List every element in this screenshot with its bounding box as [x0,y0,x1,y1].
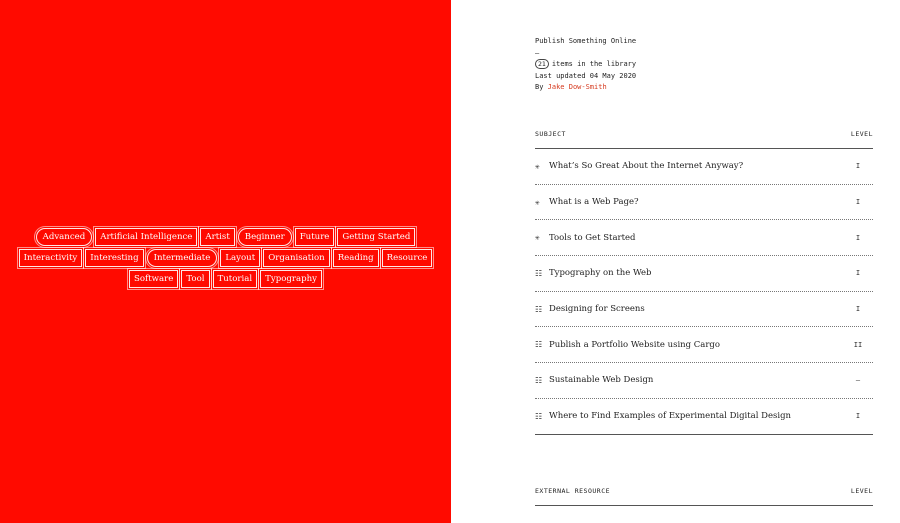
tag-artificial-intelligence[interactable]: Artificial Intelligence [95,228,198,246]
subject-table: SUBJECT LEVEL ✳ What’s So Great About th… [535,124,873,435]
by-label: By [535,83,544,92]
subject-title: Tools to Get Started [549,232,636,243]
tag-tool[interactable]: Tool [181,270,210,288]
tag-tutorial[interactable]: Tutorial [212,270,258,288]
subject-title: Typography on the Web [549,268,652,279]
tag-reading[interactable]: Reading [332,249,379,267]
level-value: I [855,198,861,207]
grid-icon: ☷ [535,268,543,278]
table-row[interactable]: ☷ Where to Find Examples of Experimental… [535,399,873,435]
subject-title: Sustainable Web Design [549,375,654,386]
library-title: Publish Something Online [535,37,637,45]
level-value: – [855,376,861,385]
subject-title: Publish a Portfolio Website using Cargo [549,339,720,350]
tag-advanced[interactable]: Advanced [35,228,93,246]
tag-future[interactable]: Future [294,228,335,246]
external-resource-header: EXTERNAL RESOURCE LEVEL [535,481,873,506]
table-row[interactable]: ✳ What’s So Great About the Internet Any… [535,149,873,185]
tag-cloud: Advanced Artificial Intelligence Artist … [0,228,451,291]
table-row[interactable]: ☷ Sustainable Web Design – [535,363,873,399]
level-value: II [853,340,863,349]
tag-row-1: Advanced Artificial Intelligence Artist … [0,228,451,246]
tag-interesting[interactable]: Interesting [85,249,144,267]
last-updated: Last updated 04 May 2020 [535,71,637,80]
table-row[interactable]: ☷ Designing for Screens I [535,292,873,328]
level-value: I [855,233,861,242]
table-row[interactable]: ✳ Tools to Get Started I [535,220,873,257]
tag-artist[interactable]: Artist [200,228,235,246]
asterisk-icon: ✳ [535,161,540,171]
external-resource-table: EXTERNAL RESOURCE LEVEL [535,481,873,506]
level-value: I [855,162,861,171]
tag-organisation[interactable]: Organisation [263,249,330,267]
tag-software[interactable]: Software [128,270,179,288]
subject-title: Where to Find Examples of Experimental D… [549,411,792,422]
subject-title: What’s So Great About the Internet Anywa… [549,161,744,172]
tag-interactivity[interactable]: Interactivity [18,249,83,267]
tag-beginner[interactable]: Beginner [237,228,292,246]
level-value: I [855,269,861,278]
tag-row-3: Software Tool Tutorial Typography [0,270,451,288]
subject-title: What is a Web Page? [549,197,639,208]
grid-icon: ☷ [535,375,543,385]
subject-table-header: SUBJECT LEVEL [535,124,873,149]
library-panel: Publish Something Online – 21 items in th… [451,0,900,523]
table-row[interactable]: ☷ Typography on the Web I [535,256,873,292]
tag-panel: Advanced Artificial Intelligence Artist … [0,0,451,523]
table-row[interactable]: ☷ Publish a Portfolio Website using Carg… [535,327,873,364]
tag-typography[interactable]: Typography [260,270,323,288]
tag-intermediate[interactable]: Intermediate [146,249,218,267]
grid-icon: ☷ [535,411,543,421]
table-row[interactable]: ✳ What is a Web Page? I [535,185,873,221]
title-dash: – [535,48,540,57]
external-level-column-header[interactable]: LEVEL [851,487,873,495]
item-count-badge: 21 [535,59,549,70]
level-value: I [855,412,861,421]
external-resource-column-header[interactable]: EXTERNAL RESOURCE [535,487,610,495]
subject-column-header[interactable]: SUBJECT [535,130,566,138]
level-column-header[interactable]: LEVEL [851,130,873,138]
tag-layout[interactable]: Layout [220,249,261,267]
library-meta: Publish Something Online – 21 items in th… [535,36,636,94]
tag-row-2: Interactivity Interesting Intermediate L… [0,249,451,267]
grid-icon: ☷ [535,340,543,350]
grid-icon: ☷ [535,304,543,314]
subject-title: Designing for Screens [549,304,645,315]
item-count-label: items in the library [551,60,637,69]
tag-getting-started[interactable]: Getting Started [337,228,416,246]
asterisk-icon: ✳ [535,197,540,207]
asterisk-icon: ✳ [535,233,540,243]
author-link[interactable]: Jake Dow-Smith [548,83,607,91]
level-value: I [855,305,861,314]
tag-resource[interactable]: Resource [381,249,433,267]
